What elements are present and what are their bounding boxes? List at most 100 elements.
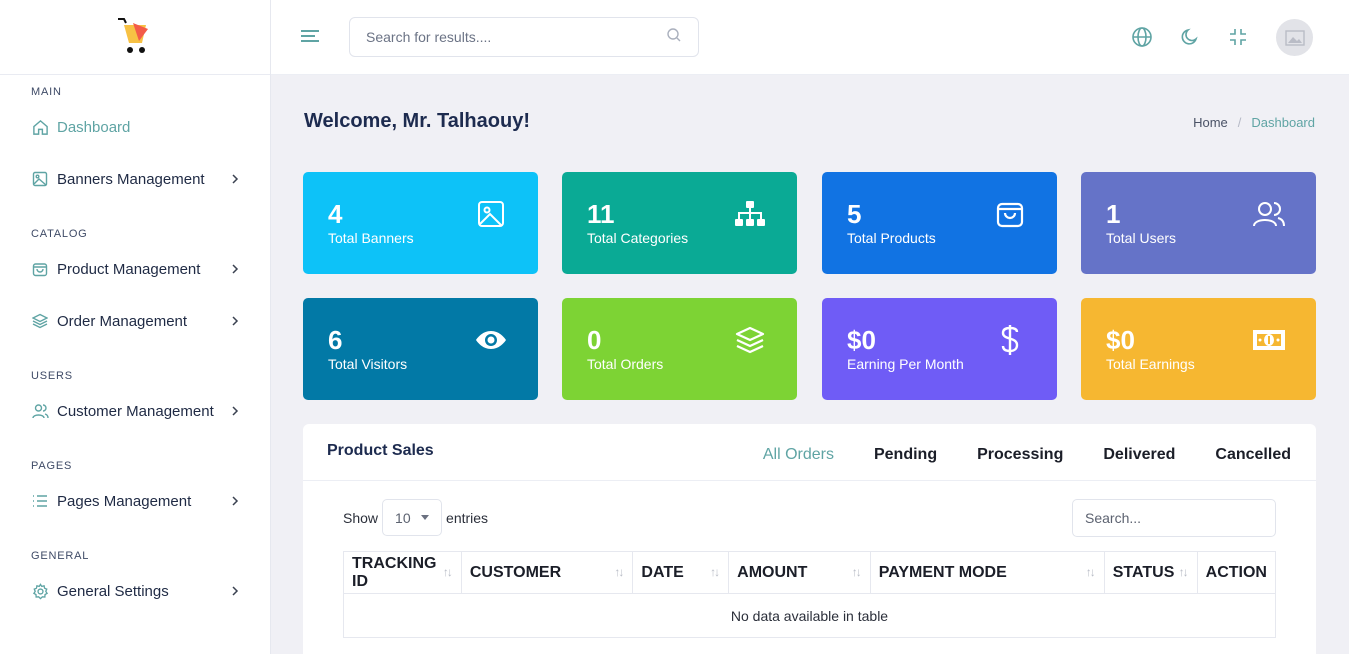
sort-icon: ↑↓ (442, 565, 453, 579)
column-header-label: TRACKING ID (352, 554, 437, 590)
entries-control: Show 10 entries (343, 499, 488, 536)
sales-table: TRACKING ID ↑↓ CUSTOMER ↑↓ DATE ↑↓ AMOUNT ↑↓ PAY… (343, 551, 1277, 638)
stat-label: Total Users (1106, 230, 1177, 246)
layers-icon (733, 323, 767, 357)
entries-select[interactable]: 10 (382, 499, 443, 536)
sitemap-icon (733, 197, 767, 231)
header-search-input[interactable] (366, 29, 666, 45)
gear-icon (31, 582, 49, 600)
caret-down-icon (421, 515, 430, 520)
column-header[interactable]: DATE ↑↓ (632, 551, 730, 594)
moon-icon[interactable] (1178, 25, 1202, 49)
column-header[interactable]: TRACKING ID ↑↓ (343, 551, 462, 594)
stat-label: Total Products (847, 230, 936, 246)
layers-icon (31, 312, 49, 330)
stat-label: Earning Per Month (847, 356, 964, 372)
sidebar-item-label: Dashboard (57, 118, 131, 136)
chevron-right-icon (230, 496, 240, 506)
sort-icon: ↑↓ (710, 565, 720, 579)
stat-card[interactable]: 6 Total Visitors (303, 298, 538, 400)
stat-card[interactable]: 4 Total Banners (303, 172, 538, 274)
order-tabs: All Orders Pending Processing Delivered Canc… (763, 446, 1291, 464)
column-header-label: DATE (641, 563, 684, 581)
stat-card[interactable]: 5 Total Products (822, 172, 1057, 274)
sidebar-section-label: USERS (31, 370, 73, 382)
globe-icon[interactable] (1130, 25, 1154, 49)
sidebar-item-label: Pages Management (57, 492, 192, 510)
sort-icon: ↑↓ (1178, 565, 1189, 579)
column-header[interactable]: AMOUNT ↑↓ (728, 551, 871, 594)
users-icon (1252, 197, 1286, 231)
sidebar-section: PAGES Pages Management (0, 457, 270, 527)
top-header (271, 0, 1349, 75)
sidebar-item[interactable]: Pages Management (0, 475, 270, 527)
column-header[interactable]: STATUS ↑↓ (1103, 551, 1198, 594)
stat-card[interactable]: 11 Total Categories (562, 172, 797, 274)
sidebar-item[interactable]: Customer Management (0, 385, 270, 437)
dollar-icon (993, 323, 1027, 357)
column-header[interactable]: CUSTOMER ↑↓ (460, 551, 634, 594)
table-row: No data available in table (343, 593, 1276, 638)
chevron-right-icon (230, 264, 240, 274)
stat-value: 1 (1106, 199, 1121, 229)
column-header[interactable]: ACTION (1196, 551, 1277, 594)
sidebar-section-label: CATALOG (31, 228, 88, 240)
stat-value: 5 (847, 199, 862, 229)
sidebar-item[interactable]: Order Management (0, 295, 270, 347)
sidebar-section: MAIN Dashboard Banners Management (0, 83, 270, 205)
breadcrumb: Home / Dashboard (1193, 115, 1315, 130)
entries-label: entries (446, 509, 489, 526)
sidebar-item-label: Order Management (57, 312, 188, 330)
sidebar-section: GENERAL General Settings (0, 547, 270, 617)
breadcrumb-separator: / (1237, 115, 1242, 130)
menu-toggle-icon[interactable] (301, 28, 321, 46)
table-search-input[interactable] (1085, 510, 1263, 526)
cart-logo-icon (118, 18, 148, 53)
sidebar-item[interactable]: Banners Management (0, 153, 270, 205)
stat-label: Total Visitors (328, 356, 408, 372)
breadcrumb-home[interactable]: Home (1193, 115, 1228, 130)
sidebar-item-label: Product Management (57, 260, 201, 278)
stat-card[interactable]: 0 Total Orders (562, 298, 797, 400)
tab-delivered[interactable]: Delivered (1103, 446, 1175, 464)
stat-card[interactable]: $0 Earning Per Month (822, 298, 1057, 400)
stat-label: Total Banners (328, 230, 414, 246)
search-icon[interactable] (666, 27, 682, 48)
breadcrumb-current: Dashboard (1251, 115, 1315, 130)
sidebar-item[interactable]: General Settings (0, 565, 270, 617)
logo[interactable] (0, 0, 270, 75)
stat-card[interactable]: 1 Total Users (1081, 172, 1316, 274)
avatar[interactable] (1276, 19, 1313, 56)
column-header-label: STATUS (1112, 563, 1175, 581)
stat-value: $0 (1106, 325, 1135, 355)
tab-cancelled[interactable]: Cancelled (1215, 446, 1291, 464)
sidebar-item[interactable]: Dashboard (0, 101, 270, 153)
divider (303, 480, 1316, 481)
stat-card[interactable]: $0 Total Earnings (1081, 298, 1316, 400)
column-header[interactable]: PAYMENT MODE ↑↓ (869, 551, 1105, 594)
chevron-right-icon (230, 586, 240, 596)
image-icon (31, 170, 49, 188)
list-icon (31, 492, 49, 510)
tab-all-orders[interactable]: All Orders (763, 446, 834, 464)
sidebar-item-label: Banners Management (57, 170, 205, 188)
minimize-icon[interactable] (1226, 25, 1250, 49)
tab-pending[interactable]: Pending (874, 446, 937, 464)
chevron-right-icon (230, 406, 240, 416)
column-header-label: CUSTOMER (469, 563, 562, 581)
sidebar-item-label: General Settings (57, 582, 169, 600)
tab-processing[interactable]: Processing (977, 446, 1063, 464)
sidebar-section: USERS Customer Management (0, 367, 270, 437)
sidebar-section-label: GENERAL (31, 550, 90, 562)
panel-title: Product Sales (327, 442, 434, 459)
sidebar-item-label: Customer Management (57, 402, 214, 420)
avatar-image-icon (1284, 29, 1305, 46)
chevron-right-icon (230, 316, 240, 326)
banknote-icon (1252, 323, 1286, 357)
sidebar-item[interactable]: Product Management (0, 243, 270, 295)
stat-value: $0 (847, 325, 876, 355)
sort-icon: ↑↓ (851, 565, 862, 579)
column-header-label: ACTION (1205, 563, 1267, 581)
page-title: Welcome, Mr. Talhaouy! (304, 110, 530, 132)
shopping-bag-icon (993, 197, 1027, 231)
